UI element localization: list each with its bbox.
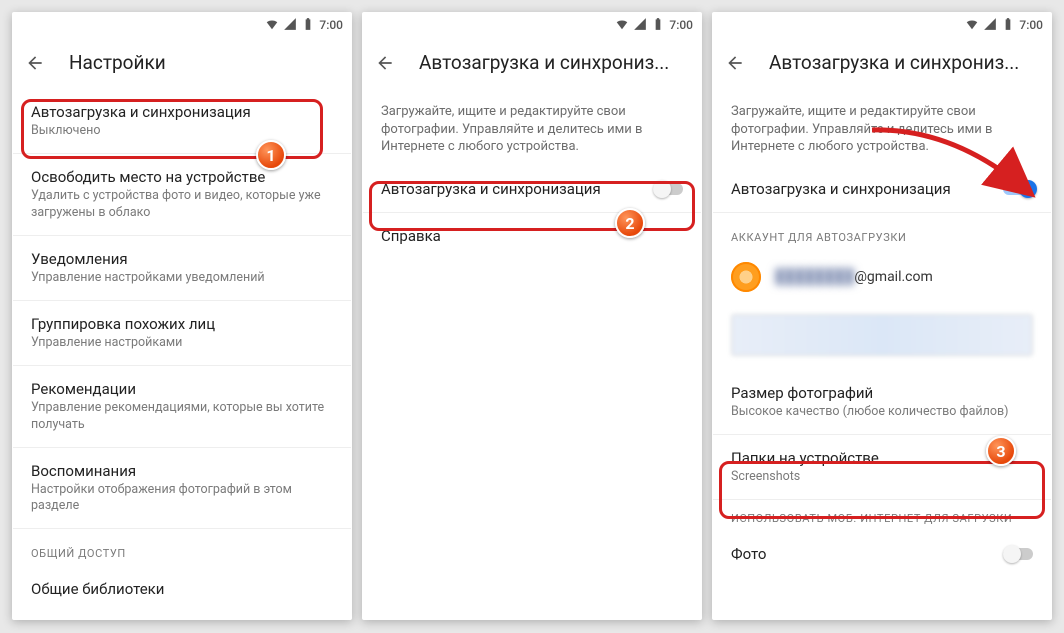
item-title: Уведомления <box>31 250 333 268</box>
item-sub: Управление настройками уведомлений <box>31 270 333 286</box>
switch-off[interactable] <box>653 180 687 198</box>
content: Загружайте, ищите и редактируйте свои фо… <box>713 89 1051 619</box>
appbar: Автозагрузка и синхрониз... <box>363 37 701 89</box>
item-title: Размер фотографий <box>731 384 1033 402</box>
item-help[interactable]: Справка <box>363 213 701 259</box>
page-title: Автозагрузка и синхрониз... <box>769 51 1019 74</box>
item-sub: Настройки отображения фотографий в этом … <box>31 482 333 515</box>
section-sharing: ОБЩИЙ ДОСТУП <box>13 529 351 566</box>
back-button[interactable] <box>373 51 397 75</box>
page-title: Автозагрузка и синхрониз... <box>419 51 669 74</box>
wifi-icon <box>615 17 629 34</box>
appbar: Автозагрузка и синхрониз... <box>713 37 1051 89</box>
back-button[interactable] <box>723 51 747 75</box>
status-time: 7:00 <box>319 18 343 32</box>
toggle-label: Автозагрузка и синхронизация <box>381 180 683 198</box>
settings-list: Автозагрузка и синхронизация Выключено О… <box>13 89 351 619</box>
item-face-grouping[interactable]: Группировка похожих лиц Управление настр… <box>13 301 351 366</box>
switch-off[interactable] <box>1003 545 1037 563</box>
item-sub: Screenshots <box>731 469 1033 485</box>
wifi-icon <box>265 17 279 34</box>
email-user-blurred: ████████ <box>775 269 854 285</box>
description-text: Загружайте, ищите и редактируйте свои фо… <box>363 89 701 166</box>
battery-icon <box>651 17 665 34</box>
item-title: Группировка похожих лиц <box>31 315 333 333</box>
status-bar: 7:00 <box>13 13 351 37</box>
item-sub: Управление рекомендациями, которые вы хо… <box>31 400 333 433</box>
status-bar: 7:00 <box>713 13 1051 37</box>
signal-icon <box>983 17 997 34</box>
item-notifications[interactable]: Уведомления Управление настройками уведо… <box>13 236 351 301</box>
item-sub: Выключено <box>31 123 333 139</box>
toggle-label: Фото <box>731 545 1033 563</box>
battery-icon <box>1001 17 1015 34</box>
item-title: Папки на устройстве <box>731 449 1033 467</box>
account-button-blurred[interactable] <box>731 314 1033 356</box>
avatar <box>731 262 761 292</box>
page-title: Настройки <box>69 51 166 74</box>
item-upload-size[interactable]: Размер фотографий Высокое качество (любо… <box>713 370 1051 435</box>
content: Загружайте, ищите и редактируйте свои фо… <box>363 89 701 619</box>
item-title: Рекомендации <box>31 380 333 398</box>
item-sub: Высокое качество (любое количество файло… <box>731 404 1033 420</box>
status-bar: 7:00 <box>363 13 701 37</box>
battery-icon <box>301 17 315 34</box>
screen-settings: 7:00 Настройки Автозагрузка и синхрониза… <box>12 12 352 620</box>
item-title: Автозагрузка и синхронизация <box>31 103 333 121</box>
item-title: Справка <box>381 227 683 245</box>
email-domain: @gmail.com <box>854 269 932 285</box>
screen-backup-sync-off: 7:00 Автозагрузка и синхрониз... Загружа… <box>362 12 702 620</box>
appbar: Настройки <box>13 37 351 89</box>
account-email: ████████@gmail.com <box>775 268 933 285</box>
toggle-mobile-photo[interactable]: Фото <box>713 531 1051 577</box>
toggle-backup-sync[interactable]: Автозагрузка и синхронизация <box>363 166 701 213</box>
item-backup-sync[interactable]: Автозагрузка и синхронизация Выключено <box>13 89 351 154</box>
description-text: Загружайте, ищите и редактируйте свои фо… <box>713 89 1051 166</box>
signal-icon <box>283 17 297 34</box>
account-row[interactable]: ████████@gmail.com <box>713 250 1051 304</box>
switch-on[interactable] <box>1003 180 1037 198</box>
item-title: Общие библиотеки <box>31 580 333 598</box>
status-time: 7:00 <box>1019 18 1043 32</box>
item-title: Освободить место на устройстве <box>31 168 333 186</box>
toggle-backup-sync[interactable]: Автозагрузка и синхронизация <box>713 166 1051 213</box>
item-device-folders[interactable]: Папки на устройстве Screenshots <box>713 435 1051 500</box>
section-account: АККАУНТ ДЛЯ АВТОЗАГРУЗКИ <box>713 213 1051 250</box>
toggle-label: Автозагрузка и синхронизация <box>731 180 1033 198</box>
item-shared-libs[interactable]: Общие библиотеки <box>13 566 351 612</box>
item-memories[interactable]: Воспоминания Настройки отображения фотог… <box>13 448 351 530</box>
wifi-icon <box>965 17 979 34</box>
section-mobile-data: ИСПОЛЬЗОВАТЬ МОБ. ИНТЕРНЕТ ДЛЯ ЗАГРУЗКИ <box>713 500 1051 531</box>
item-suggestions[interactable]: Рекомендации Управление рекомендациями, … <box>13 366 351 448</box>
back-button[interactable] <box>23 51 47 75</box>
item-free-space[interactable]: Освободить место на устройстве Удалить с… <box>13 154 351 236</box>
item-title: Воспоминания <box>31 462 333 480</box>
signal-icon <box>633 17 647 34</box>
item-sub: Удалить с устройства фото и видео, котор… <box>31 188 333 221</box>
item-sub: Управление настройками <box>31 335 333 351</box>
status-time: 7:00 <box>669 18 693 32</box>
screen-backup-sync-on: 7:00 Автозагрузка и синхрониз... Загружа… <box>712 12 1052 620</box>
